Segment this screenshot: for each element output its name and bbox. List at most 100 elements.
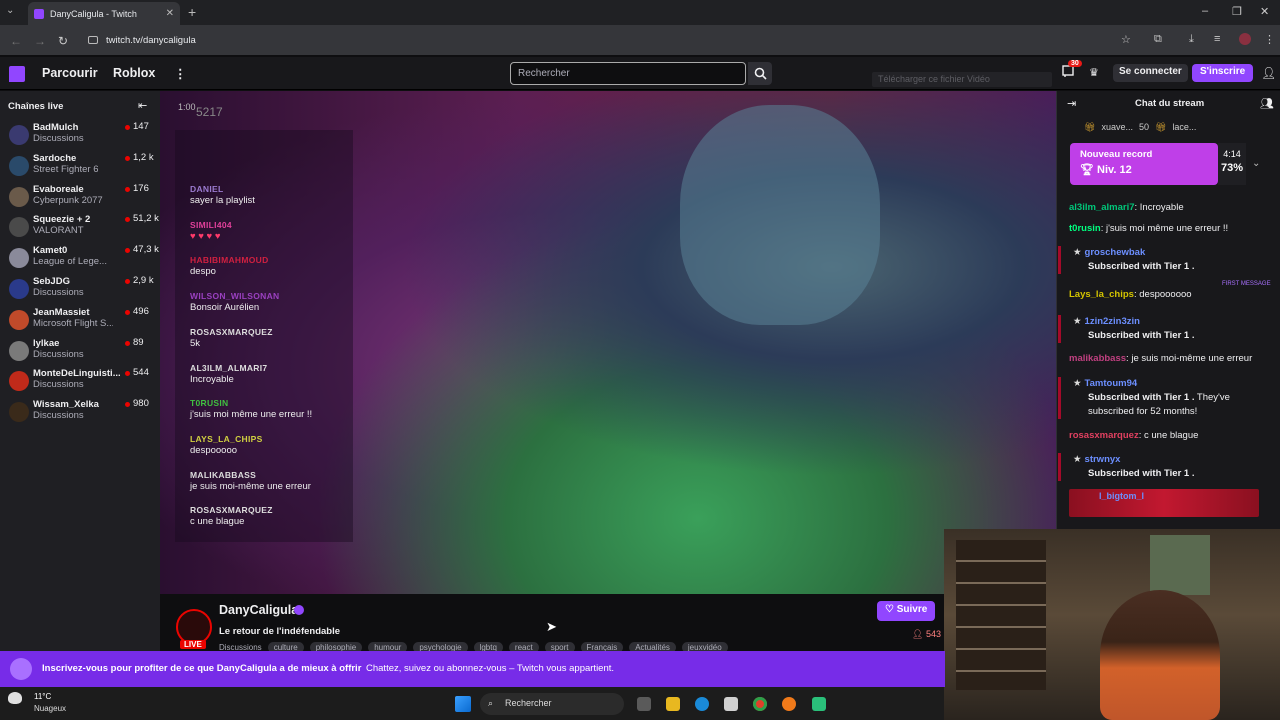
sidebar-channel[interactable]: JeanMassiet Microsoft Flight S... 496: [0, 305, 160, 335]
taskbar-search[interactable]: Rechercher: [480, 693, 624, 715]
hype-train-record[interactable]: Nouveau record 🏆︎ Niv. 12: [1070, 143, 1218, 185]
user-menu-icon[interactable]: 👤︎: [1261, 66, 1276, 80]
chrome-icon[interactable]: [753, 697, 767, 711]
temperature: 11°C: [34, 692, 52, 701]
nav-roblox[interactable]: Roblox: [113, 66, 155, 80]
reload-icon[interactable]: ↻: [58, 34, 68, 48]
url-field[interactable]: twitch.tv/danycaligula: [88, 30, 1118, 50]
star-icon: ★: [1073, 378, 1082, 389]
follow-button[interactable]: ♡ Suivre: [877, 601, 936, 621]
overlay-username: HABIBIMAHMOUD: [190, 255, 269, 266]
prime-crown-icon[interactable]: ♛: [1089, 66, 1099, 79]
subscriber-name[interactable]: groschewbak: [1085, 247, 1146, 258]
channel-viewers: 1,2 k: [133, 151, 154, 163]
bookmark-star-icon[interactable]: ☆: [1121, 33, 1131, 46]
weather-cloud-icon[interactable]: [8, 692, 22, 704]
channel-name: Squeezie + 2: [33, 214, 91, 226]
sidebar-heading: Chaînes live: [8, 101, 64, 112]
media-icon[interactable]: ≡: [1214, 33, 1220, 45]
expand-record-icon[interactable]: ⌄: [1252, 158, 1260, 169]
chat-title: Chat du stream: [1135, 98, 1205, 109]
channel-game: Discussions: [33, 379, 84, 391]
viewer-count-value: 543: [925, 629, 941, 639]
chat-username[interactable]: malikabbass: [1069, 353, 1126, 364]
subscriber-name[interactable]: strwnyx: [1085, 454, 1121, 465]
start-icon[interactable]: [455, 696, 471, 712]
download-video-banner[interactable]: Télécharger ce fichier Vidéo: [872, 72, 1052, 87]
chat-subscription-notice: ★ Tamtoum94 Subscribed with Tier 1 . They'…: [1058, 377, 1268, 419]
sidebar-channel[interactable]: Sardoche Street Fighter 6 1,2 k: [0, 151, 160, 181]
chat-username[interactable]: rosasxmarquez: [1069, 430, 1139, 441]
app-icon[interactable]: [812, 697, 826, 711]
new-tab-icon[interactable]: +: [188, 4, 196, 20]
signup-button[interactable]: S'inscrire: [1192, 64, 1254, 82]
channel-avatar: [9, 155, 29, 176]
channel-name: Evaboreale: [33, 183, 84, 195]
task-view-icon[interactable]: [637, 697, 651, 711]
live-dot-icon: [125, 217, 130, 223]
login-button[interactable]: Se connecter: [1113, 64, 1188, 82]
sidebar-channel[interactable]: Squeezie + 2 VALORANT 51,2 k: [0, 212, 160, 242]
overlay-text: sayer la playlist: [190, 195, 255, 206]
more-menu-icon[interactable]: ⋮: [174, 66, 187, 81]
store-icon[interactable]: [724, 697, 738, 711]
sidebar-channel[interactable]: MonteDeLinguisti... Discussions 544: [0, 366, 160, 396]
profile-avatar[interactable]: [1239, 33, 1251, 45]
overlay-username: LAYS_LA_CHIPS: [190, 433, 263, 444]
chat-username[interactable]: t0rusin: [1069, 223, 1101, 234]
collapse-sidebar-icon[interactable]: ⇤: [138, 99, 147, 112]
channel-game: Microsoft Flight S...: [33, 317, 113, 329]
site-info-icon[interactable]: [88, 36, 98, 44]
twitch-logo-icon[interactable]: [9, 66, 25, 82]
emote-spam-row: l_bigtom_l: [1069, 489, 1259, 517]
download-icon[interactable]: ⤓: [1189, 33, 1194, 46]
edge-icon[interactable]: [695, 697, 709, 711]
tab-list-icon[interactable]: ⌄: [6, 5, 14, 16]
chat-username[interactable]: Lays_la_chips: [1069, 289, 1134, 300]
webcam-poster: [1150, 535, 1210, 595]
video-counter: 5217: [196, 105, 223, 119]
close-window-icon[interactable]: ✕: [1260, 5, 1269, 18]
sidebar-channel[interactable]: SebJDG Discussions 2,9 k: [0, 274, 160, 304]
browser-menu-icon[interactable]: ⋮: [1264, 33, 1275, 46]
channel-viewers: 544: [133, 367, 149, 379]
search-button[interactable]: [748, 62, 772, 85]
back-icon[interactable]: ←: [10, 34, 22, 48]
subscription-text: Subscribed with Tier 1 .: [1088, 468, 1195, 479]
subscriber-name[interactable]: Tamtoum94: [1085, 378, 1138, 389]
file-explorer-icon[interactable]: [666, 697, 680, 711]
maximize-icon[interactable]: ❐: [1232, 5, 1242, 18]
community-icon[interactable]: 👥︎: [1260, 97, 1274, 110]
url-text: twitch.tv/danycaligula: [106, 34, 196, 46]
subscriber-name[interactable]: 1zin2zin3zin: [1085, 316, 1140, 327]
sidebar-channel[interactable]: Kamet0 League of Lege... 47,3 k: [0, 243, 160, 273]
first-message-badge: FIRST MESSAGE: [1222, 281, 1271, 287]
channel-viewers: 496: [133, 305, 149, 317]
channel-viewers: 51,2 k: [133, 213, 159, 225]
forward-icon[interactable]: →: [34, 34, 46, 48]
sidebar-channel[interactable]: Wissam_Xelka Discussions 980: [0, 397, 160, 427]
channel-name[interactable]: DanyCaligula: [219, 603, 298, 617]
overlay-chat-message: T0RUSIN j'suis moi même une erreur !!: [190, 398, 312, 420]
nav-browse[interactable]: Parcourir: [42, 66, 98, 80]
search-input[interactable]: Rechercher: [510, 62, 746, 85]
webcam-shelf: [956, 540, 1046, 690]
browser-tab[interactable]: DanyCaligula - Twitch ✕: [28, 2, 180, 25]
close-tab-icon[interactable]: ✕: [166, 8, 174, 19]
search-icon: [754, 67, 767, 80]
channel-name: Sardoche: [33, 152, 77, 164]
sidebar-channel[interactable]: Evaboreale Cyberpunk 2077 176: [0, 182, 160, 212]
overlay-text: Incroyable: [190, 373, 234, 385]
extensions-icon[interactable]: ⧉: [1154, 33, 1162, 46]
weather-condition: Nuageux: [34, 704, 67, 713]
sidebar-channel[interactable]: BadMulch Discussions 147: [0, 120, 160, 150]
chat-message: malikabbass: je suis moi-même une erreur: [1069, 353, 1253, 364]
firefox-icon[interactable]: [782, 697, 796, 711]
sidebar-channel[interactable]: lylkae Discussions 89: [0, 336, 160, 366]
minimize-icon[interactable]: –: [1202, 5, 1208, 17]
overlay-text: despo: [190, 266, 216, 278]
chat-text: Incroyable: [1139, 202, 1184, 213]
chat-username[interactable]: al3ilm_almari7: [1069, 202, 1135, 213]
collapse-chat-icon[interactable]: ⇥: [1067, 97, 1076, 110]
gift-leaderboard[interactable]: 🎁︎ xuave... 50 🎁︎ lace...: [1064, 118, 1278, 136]
